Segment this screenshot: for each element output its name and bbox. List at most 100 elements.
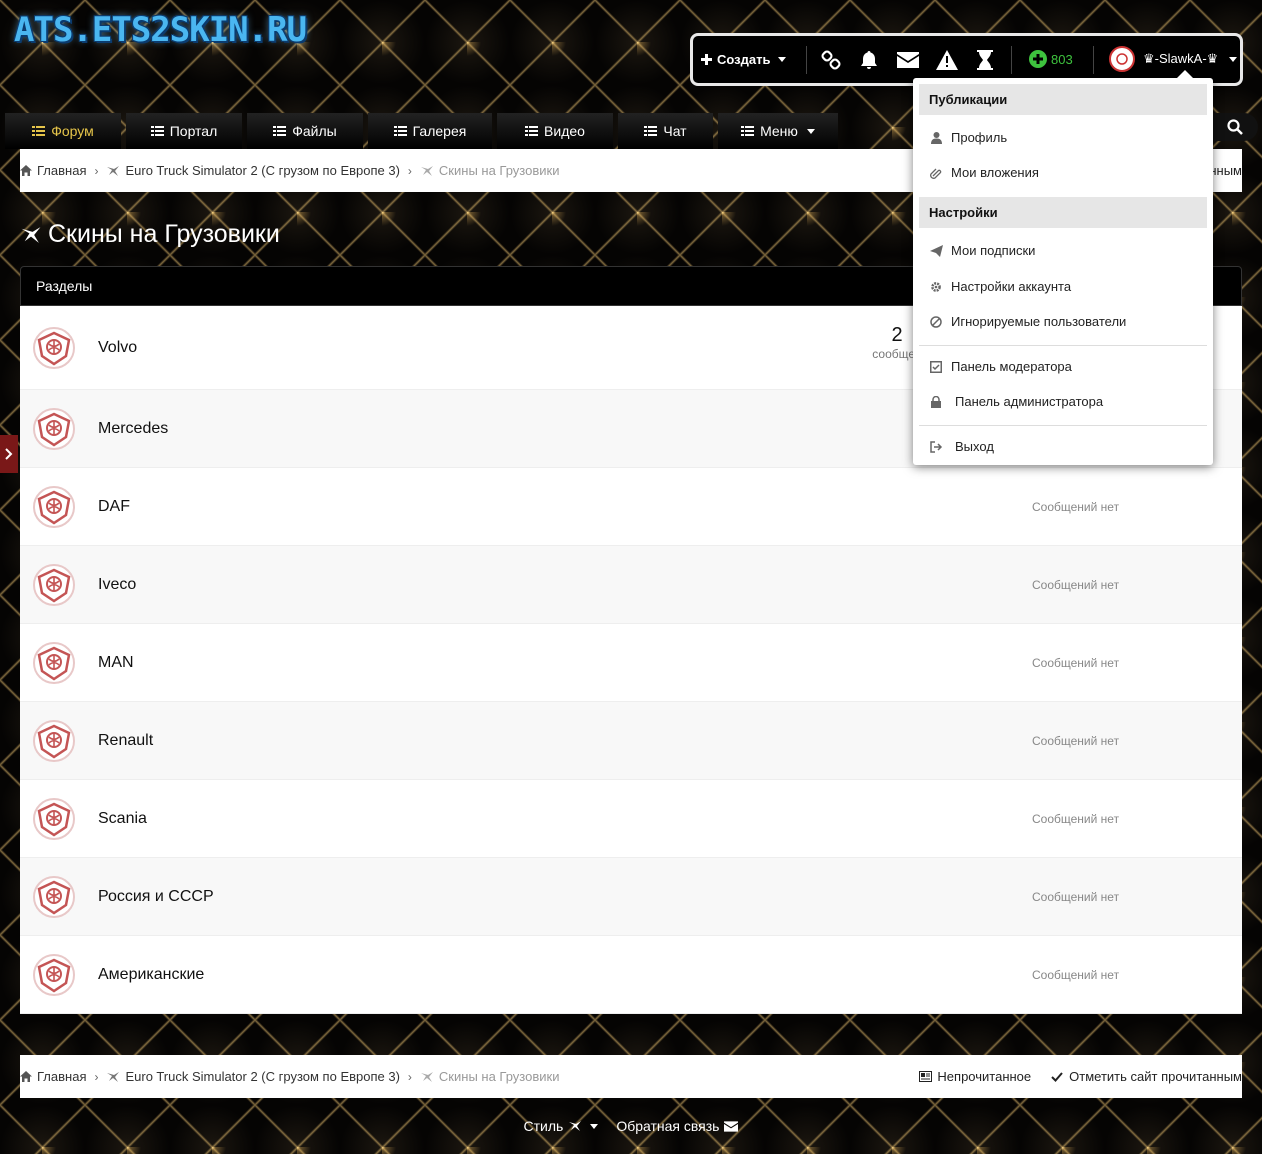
site-logo[interactable]: ATS.ETS2SKIN.RU <box>14 10 307 50</box>
avatar <box>1109 46 1135 72</box>
chevron-down-icon <box>778 57 787 62</box>
menu-item-label: Выход <box>955 439 994 454</box>
breadcrumb-bottom: Главная › Euro Truck Simulator 2 (С груз… <box>20 1055 1242 1098</box>
breadcrumb-right-partial[interactable]: нным <box>1209 163 1242 178</box>
envelope-icon[interactable] <box>897 49 919 71</box>
links-icon[interactable] <box>820 49 842 71</box>
divider <box>1011 46 1012 74</box>
forum-row[interactable]: Россия и СССР Сообщений нет <box>20 858 1242 936</box>
chevron-down-icon <box>806 128 815 134</box>
forum-row[interactable]: MAN Сообщений нет <box>20 624 1242 702</box>
forum-title[interactable]: Volvo <box>98 339 137 357</box>
bottom-actions: Непрочитанное Отметить сайт прочитанным <box>919 1069 1242 1084</box>
no-posts-status: Сообщений нет <box>1032 655 1120 670</box>
chevron-down-icon <box>590 1123 599 1129</box>
menu-item-label: Игнорируемые пользователи <box>951 314 1127 329</box>
paperclip-icon <box>929 167 943 179</box>
chevron-right-icon: › <box>407 1069 412 1084</box>
menu-item-label: Мои подписки <box>951 243 1036 258</box>
breadcrumb-current: Скины на Грузовики <box>420 163 559 178</box>
style-selector[interactable]: Стиль <box>524 1118 599 1134</box>
menu-item-moderator-panel[interactable]: Панель модератора <box>929 359 1072 374</box>
forum-title[interactable]: MAN <box>98 654 134 672</box>
user-menu-toggle[interactable]: ♛-SlawkA-♛ <box>1109 46 1238 72</box>
forum-title[interactable]: DAF <box>98 498 130 516</box>
points-indicator[interactable]: 803 <box>1029 50 1073 68</box>
search-icon <box>1227 119 1243 135</box>
ban-icon <box>929 315 943 328</box>
check-icon <box>1051 1071 1063 1082</box>
forum-row[interactable]: DAF Сообщений нет <box>20 468 1242 546</box>
breadcrumb-category[interactable]: Euro Truck Simulator 2 (С грузом по Евро… <box>106 163 400 178</box>
sidebar-toggle[interactable] <box>0 435 18 473</box>
forum-title[interactable]: Mercedes <box>98 420 168 438</box>
list-icon <box>525 126 539 136</box>
plus-icon <box>701 54 712 65</box>
list-icon <box>644 126 658 136</box>
breadcrumb-category[interactable]: Euro Truck Simulator 2 (С грузом по Евро… <box>106 1069 400 1084</box>
list-icon <box>150 126 164 136</box>
bell-icon[interactable] <box>858 49 880 71</box>
forum-row-icon <box>32 326 76 370</box>
chevron-right-icon: › <box>94 1069 99 1084</box>
hourglass-icon[interactable] <box>974 49 996 71</box>
tab-label: Меню <box>760 123 798 139</box>
menu-section-publications: Публикации <box>919 84 1207 115</box>
list-icon <box>393 126 407 136</box>
feedback-link[interactable]: Обратная связь <box>616 1118 739 1134</box>
forum-row[interactable]: Scania Сообщений нет <box>20 780 1242 858</box>
tab-label: Файлы <box>292 123 337 139</box>
no-posts-status: Сообщений нет <box>1032 967 1120 982</box>
warning-icon[interactable] <box>936 49 958 71</box>
menu-item-logout[interactable]: Выход <box>929 439 994 454</box>
forum-row[interactable]: Iveco Сообщений нет <box>20 546 1242 624</box>
menu-item-attachments[interactable]: Мои вложения <box>929 165 1039 180</box>
forum-row-icon <box>32 485 76 529</box>
unread-link[interactable]: Непрочитанное <box>919 1069 1031 1084</box>
menu-item-account-settings[interactable]: Настройки аккаунта <box>929 279 1071 294</box>
menu-item-admin-panel[interactable]: Панель администратора <box>929 394 1103 409</box>
breadcrumb-home[interactable]: Главная <box>20 1069 86 1084</box>
chevron-right-icon: › <box>407 163 412 178</box>
sign-out-icon <box>929 440 943 453</box>
menu-item-label: Мои вложения <box>951 165 1039 180</box>
tab-chat[interactable]: Чат <box>618 113 713 149</box>
mark-read-link[interactable]: Отметить сайт прочитанным <box>1051 1069 1242 1084</box>
divider <box>1093 46 1094 74</box>
menu-item-profile[interactable]: Профиль <box>929 130 1007 145</box>
breadcrumb-label: Euro Truck Simulator 2 (С грузом по Евро… <box>125 1069 400 1084</box>
forum-row-icon <box>32 563 76 607</box>
tab-files[interactable]: Файлы <box>247 113 363 149</box>
forum-row-icon <box>32 875 76 919</box>
forum-title[interactable]: Scania <box>98 810 147 828</box>
create-button[interactable]: Создать <box>701 52 787 67</box>
menu-item-ignored-users[interactable]: Игнорируемые пользователи <box>929 314 1126 329</box>
forum-logo-icon <box>420 1071 433 1082</box>
search-button[interactable] <box>1212 113 1258 141</box>
menu-item-label: Настройки аккаунта <box>951 279 1072 294</box>
forum-row[interactable]: Американские Сообщений нет <box>20 936 1242 1014</box>
tab-label: Видео <box>544 123 585 139</box>
dropdown-arrow <box>1177 70 1193 78</box>
tab-portal[interactable]: Портал <box>126 113 242 149</box>
tab-video[interactable]: Видео <box>497 113 613 149</box>
envelope-icon <box>724 1120 739 1132</box>
menu-divider <box>919 345 1207 346</box>
menu-item-subscriptions[interactable]: Мои подписки <box>929 243 1035 258</box>
forum-title[interactable]: Американские <box>98 966 204 984</box>
forum-title[interactable]: Россия и СССР <box>98 888 214 906</box>
tab-label: Чат <box>663 123 687 139</box>
forum-row[interactable]: Renault Сообщений нет <box>20 702 1242 780</box>
forum-title[interactable]: Renault <box>98 732 153 750</box>
tab-gallery[interactable]: Галерея <box>368 113 492 149</box>
no-posts-status: Сообщений нет <box>1032 499 1120 514</box>
tab-menu[interactable]: Меню <box>718 113 838 149</box>
forum-title[interactable]: Iveco <box>98 576 136 594</box>
list-icon <box>741 126 755 136</box>
breadcrumb-home[interactable]: Главная <box>20 163 86 178</box>
gear-icon <box>929 281 943 293</box>
feedback-label: Обратная связь <box>616 1118 720 1134</box>
no-posts-status: Сообщений нет <box>1032 577 1120 592</box>
tab-forum[interactable]: Форум <box>5 113 121 149</box>
checkbox-icon <box>929 360 943 373</box>
